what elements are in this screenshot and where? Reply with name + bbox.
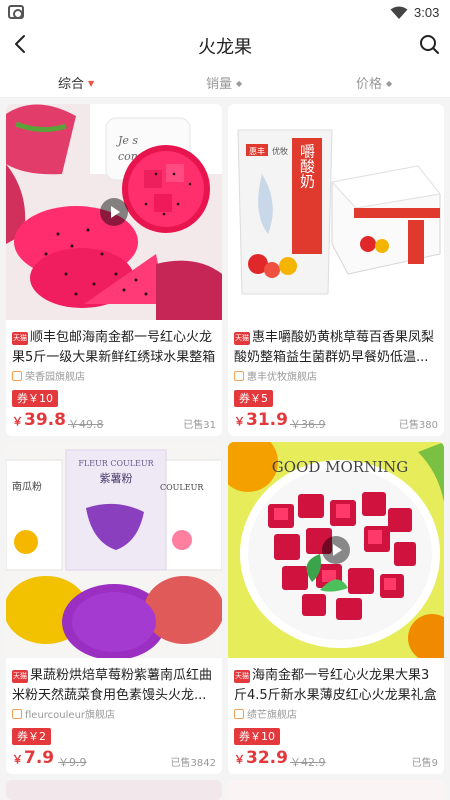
shop-name[interactable]: 惠丰优牧旗舰店: [234, 368, 317, 383]
store-icon: [234, 371, 244, 381]
product-image: FLEUR COULEUR 紫薯粉 南瓜粉 COULEUR: [6, 442, 222, 658]
sold-count: 已售380: [398, 420, 438, 431]
sort-toggle-icon: ◆: [236, 79, 243, 88]
app-notification-icon: [8, 5, 24, 19]
product-card[interactable]: FLEUR COULEUR 紫薯粉 南瓜粉 COULEUR 天猫 果蔬粉烘焙草莓粉…: [6, 442, 222, 774]
product-image: Je s con: [6, 104, 222, 320]
product-title: 天猫 顺丰包邮海南金都一号红心火龙果5斤一级大果新鲜红绣球水果整箱: [12, 330, 216, 365]
sort-price-tab[interactable]: 价格 ◆: [356, 73, 392, 92]
product-title: 天猫 海南金都一号红心火龙果大果3斤4.5斤新水果薄皮红心火龙果礼盒: [234, 668, 437, 703]
product-title: 天猫 果蔬粉烘焙草莓粉紫薯南瓜红曲米粉天然蔬菜食用色素馒头火龙...: [12, 668, 213, 703]
sort-sales-tab[interactable]: 销量 ◆: [206, 73, 242, 92]
status-bar: 3:03: [0, 0, 450, 26]
original-price: ￥49.8: [68, 418, 104, 431]
sort-label: 销量: [206, 77, 233, 92]
package-brand: 优牧: [272, 146, 288, 156]
sold-count: 已售9: [411, 758, 438, 769]
package-brand: 惠丰: [249, 146, 265, 156]
shop-name[interactable]: 荣香园旗舰店: [12, 368, 85, 383]
product-card[interactable]: GOOD MORNING 天猫 海南金都一号红心火龙果大果3斤4.5斤新水果薄皮…: [228, 442, 444, 774]
coupon-badge: 券￥2: [12, 728, 51, 745]
sort-label: 价格: [356, 77, 383, 92]
top-bar: 火龙果: [0, 26, 450, 64]
package-label: 紫薯粉: [100, 472, 133, 485]
coupon-badge: 券￥10: [12, 390, 58, 407]
back-icon[interactable]: [10, 32, 32, 56]
sort-toggle-icon: ◆: [386, 79, 393, 88]
sold-count: 已售3842: [170, 758, 216, 769]
price: ￥7.9: [12, 748, 55, 768]
product-title: 天猫 惠丰嚼酸奶黄桃草莓百香果凤梨酸奶整箱益生菌群奶早餐奶低温...: [234, 330, 435, 365]
store-icon: [234, 709, 244, 719]
store-icon: [12, 371, 22, 381]
sort-comprehensive-tab[interactable]: 综合 ▼: [58, 73, 94, 92]
product-image: [228, 780, 444, 800]
tmall-badge: 天猫: [12, 332, 28, 345]
status-time: 3:03: [414, 5, 440, 20]
product-card[interactable]: Je s con 天猫 顺丰包邮海南金都一号红心火龙果5斤一级大果新鲜红绣球水果…: [6, 104, 222, 436]
tmall-badge: 天猫: [12, 670, 28, 683]
wifi-icon: [390, 6, 408, 19]
tmall-badge: 天猫: [234, 332, 250, 345]
package-text: 嚼酸奶: [298, 144, 316, 190]
video-play-icon[interactable]: [322, 536, 350, 564]
store-icon: [12, 709, 22, 719]
product-card[interactable]: 嚼酸奶 惠丰 优牧 天猫 惠丰嚼酸奶黄桃草莓百香果凤梨酸奶整箱益生菌群奶早餐奶低温…: [228, 104, 444, 436]
product-image: 嚼酸奶 惠丰 优牧: [228, 104, 444, 320]
package-label: 南瓜粉: [12, 480, 42, 493]
price: ￥32.9: [234, 748, 288, 768]
search-icon[interactable]: [418, 32, 440, 56]
price: ￥39.8: [12, 410, 66, 430]
sold-count: 已售31: [183, 420, 216, 431]
coupon-badge: 券￥10: [234, 728, 280, 745]
page-title: 火龙果: [198, 37, 252, 58]
original-price: ￥42.9: [290, 756, 326, 769]
package-brand: COULEUR: [160, 483, 204, 492]
sort-bar: 综合 ▼ 销量 ◆ 价格 ◆: [0, 64, 450, 98]
original-price: ￥9.9: [58, 756, 87, 769]
plate-text: GOOD MORNING: [272, 458, 408, 476]
shop-name[interactable]: fleurcouleur旗舰店: [12, 706, 115, 721]
coupon-badge: 券￥5: [234, 390, 273, 407]
package-brand: FLEUR COULEUR: [78, 459, 154, 468]
product-card[interactable]: [228, 780, 444, 800]
tmall-badge: 天猫: [234, 670, 250, 683]
sort-label: 综合: [58, 77, 85, 92]
chevron-down-icon: ▼: [88, 79, 95, 88]
original-price: ￥36.9: [290, 418, 326, 431]
product-card[interactable]: [6, 780, 222, 800]
video-play-icon[interactable]: [100, 198, 128, 226]
mug-text: Je s: [116, 134, 138, 147]
product-image: GOOD MORNING: [228, 442, 444, 658]
shop-name[interactable]: 绩芒旗舰店: [234, 706, 297, 721]
price: ￥31.9: [234, 410, 288, 430]
product-image: [6, 780, 222, 800]
